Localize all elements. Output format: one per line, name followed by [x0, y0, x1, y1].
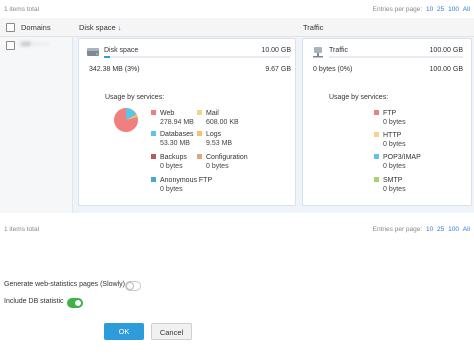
entries-option-all[interactable]: All — [463, 226, 470, 233]
legend-color-swatch — [374, 110, 379, 115]
legend-label: Backups — [160, 154, 187, 161]
column-disk-space-label: Disk space — [79, 23, 116, 32]
legend-label: HTTP — [383, 132, 402, 139]
row-checkbox[interactable] — [6, 41, 15, 50]
legend-item: Mail 608.00 KB — [197, 110, 239, 126]
legend-label: Databases — [160, 131, 194, 138]
disk-space-total: 10.00 GB — [261, 47, 291, 54]
column-disk-space[interactable]: Disk space ↓ — [79, 23, 122, 32]
legend-item: FTP 0 bytes — [374, 110, 406, 126]
entries-option-10[interactable]: 10 — [426, 226, 433, 233]
legend-value: 9.53 MB — [206, 140, 233, 147]
disk-usage-pie-chart — [113, 107, 139, 133]
disk-usage-fill — [104, 56, 110, 58]
legend-label: Configuration — [206, 154, 248, 161]
legend-item: Web 278.94 MB — [151, 110, 194, 126]
legend-item: Anonymous FTP 0 bytes — [151, 177, 212, 193]
legend-color-swatch — [374, 177, 379, 182]
disk-usage-bar — [104, 56, 290, 58]
column-traffic[interactable]: Traffic — [303, 23, 323, 32]
web-stats-label: Generate web-statistics pages (Slowly) — [4, 281, 125, 288]
legend-color-swatch — [374, 132, 379, 137]
entries-label: Entries per page: — [372, 6, 423, 13]
legend-label: SMTP — [383, 177, 403, 184]
traffic-used: 0 bytes (0%) — [313, 66, 353, 73]
legend-item: Backups 0 bytes — [151, 154, 187, 170]
legend-label: Web — [160, 110, 175, 117]
legend-label: Logs — [206, 131, 222, 138]
legend-label: FTP — [383, 110, 397, 117]
entries-option-100[interactable]: 100 — [448, 226, 459, 233]
legend-item: SMTP 0 bytes — [374, 177, 406, 193]
web-stats-toggle[interactable] — [125, 281, 141, 291]
legend-color-swatch — [374, 154, 379, 159]
legend-color-swatch — [151, 110, 156, 115]
column-domains[interactable]: Domains — [21, 23, 51, 32]
entries-per-page-top: Entries per page: 10 25 100 All — [371, 6, 470, 13]
traffic-usage-title: Usage by services: — [329, 94, 389, 101]
entries-option-25[interactable]: 25 — [437, 6, 444, 13]
cancel-button[interactable]: Cancel — [151, 323, 192, 340]
db-stat-toggle[interactable] — [67, 298, 83, 308]
legend-color-swatch — [151, 154, 156, 159]
entries-label: Entries per page: — [372, 226, 423, 233]
legend-label: POP3/IMAP — [383, 154, 421, 161]
legend-item: HTTP 0 bytes — [374, 132, 406, 148]
hard-drive-icon — [86, 45, 100, 59]
domain-cell — [0, 37, 73, 213]
entries-per-page-bottom: Entries per page: 10 25 100 All — [371, 226, 470, 233]
legend-value: 0 bytes — [383, 186, 406, 193]
legend-value: 0 bytes — [383, 141, 406, 148]
legend-value: 53.30 MB — [160, 140, 190, 147]
disk-usage-title: Usage by services: — [105, 94, 165, 101]
traffic-free: 100.00 GB — [429, 66, 463, 73]
legend-color-swatch — [197, 110, 202, 115]
toggle-knob — [126, 282, 134, 290]
entries-option-100[interactable]: 100 — [448, 6, 459, 13]
sort-down-icon: ↓ — [117, 23, 122, 32]
select-all-checkbox[interactable] — [6, 23, 15, 32]
traffic-usage-bar — [329, 56, 463, 58]
legend-value: 0 bytes — [206, 163, 229, 170]
disk-space-label: Disk space — [104, 47, 139, 54]
legend-item: Databases 53.30 MB — [151, 131, 193, 147]
table-header — [0, 18, 474, 37]
legend-color-swatch — [197, 154, 202, 159]
toggle-knob — [74, 299, 82, 307]
legend-color-swatch — [151, 177, 156, 182]
legend-value: 278.94 MB — [160, 119, 194, 126]
legend-color-swatch — [151, 131, 156, 136]
traffic-total: 100.00 GB — [429, 47, 463, 54]
legend-value: 0 bytes — [160, 163, 183, 170]
legend-color-swatch — [197, 131, 202, 136]
db-stat-label: Include DB statistic — [4, 298, 64, 305]
legend-item: Logs 9.53 MB — [197, 131, 232, 147]
disk-space-free: 9.67 GB — [265, 66, 291, 73]
items-total-top: 1 items total — [4, 6, 40, 13]
legend-label: Anonymous FTP — [160, 177, 213, 184]
legend-item: Configuration 0 bytes — [197, 154, 248, 170]
traffic-label: Traffic — [329, 47, 349, 54]
entries-option-all[interactable]: All — [463, 6, 470, 13]
legend-value: 0 bytes — [383, 119, 406, 126]
legend-value: 0 bytes — [383, 163, 406, 170]
domain-name[interactable]: cor········ — [21, 41, 49, 48]
entries-option-10[interactable]: 10 — [426, 6, 433, 13]
legend-label: Mail — [206, 110, 219, 117]
items-total-bottom: 1 items total — [4, 226, 40, 233]
legend-value: 608.00 KB — [206, 119, 239, 126]
traffic-icon — [311, 45, 325, 59]
ok-button[interactable]: OK — [104, 323, 144, 340]
entries-option-25[interactable]: 25 — [437, 226, 444, 233]
disk-space-used: 342.38 MB (3%) — [89, 66, 140, 73]
legend-item: POP3/IMAP 0 bytes — [374, 154, 421, 170]
legend-value: 0 bytes — [160, 186, 183, 193]
